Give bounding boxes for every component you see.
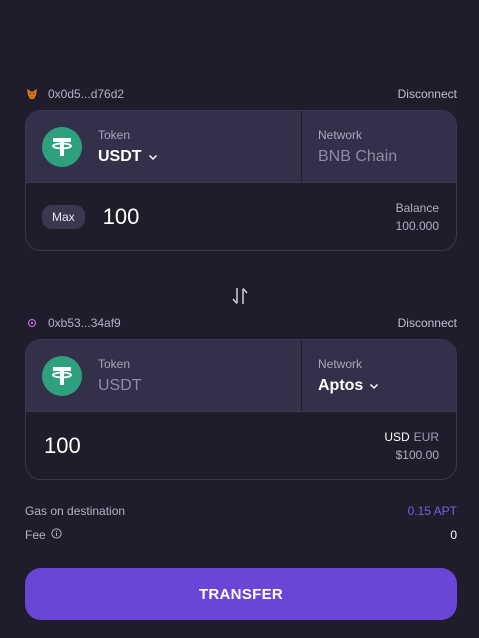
destination-amount-row: 100 USD EUR $100.00 xyxy=(26,412,456,479)
destination-network-name: Aptos xyxy=(318,376,364,394)
source-disconnect-button[interactable]: Disconnect xyxy=(398,87,457,101)
chevron-down-icon xyxy=(369,381,379,391)
source-wallet-info: 0x0d5...d76d2 xyxy=(25,87,124,101)
source-token-symbol: USDT xyxy=(98,147,142,165)
fee-value: 0 xyxy=(450,528,457,542)
chevron-down-icon xyxy=(148,152,158,162)
tether-icon xyxy=(42,355,82,396)
source-balance: Balance 100.000 xyxy=(396,199,439,235)
source-card: Token USDT Network BNB Chain Max 100 Bal… xyxy=(25,110,457,251)
petra-wallet-icon xyxy=(25,317,38,330)
destination-card: Token USDT Network Aptos 100 USD EUR $10… xyxy=(25,339,457,480)
source-network-label: Network xyxy=(318,127,363,142)
destination-wallet-address: 0xb53...34af9 xyxy=(48,316,121,330)
destination-token-display: Token USDT xyxy=(26,340,302,411)
transfer-button[interactable]: TRANSFER xyxy=(25,568,457,620)
source-token-label: Token xyxy=(98,127,131,142)
source-amount-row: Max 100 Balance 100.000 xyxy=(26,183,456,250)
fee-label-group: Fee xyxy=(25,528,62,542)
source-token-selector[interactable]: Token USDT xyxy=(26,111,302,182)
destination-token-label: Token xyxy=(98,356,131,371)
balance-label: Balance xyxy=(395,201,439,215)
destination-network-selector[interactable]: Network Aptos xyxy=(302,340,456,411)
destination-network-value: Aptos xyxy=(318,377,456,395)
source-card-header: Token USDT Network BNB Chain xyxy=(26,111,456,183)
fee-row: Fee 0 xyxy=(25,527,457,543)
gas-value: 0.15 APT xyxy=(407,504,457,518)
source-network-value: BNB Chain xyxy=(318,147,398,165)
currency-eur-option[interactable]: EUR xyxy=(414,428,439,446)
source-network-display: Network BNB Chain xyxy=(302,111,456,182)
destination-amount: 100 xyxy=(44,433,81,458)
destination-network-label: Network xyxy=(318,356,363,371)
tether-icon xyxy=(42,126,82,167)
destination-value: USD EUR $100.00 xyxy=(384,428,439,464)
swap-vertical-arrows-icon[interactable] xyxy=(230,286,250,306)
gas-row: Gas on destination 0.15 APT xyxy=(25,503,457,519)
gas-label: Gas on destination xyxy=(25,504,126,518)
currency-toggle: USD EUR xyxy=(384,428,439,446)
fee-label: Fee xyxy=(25,528,46,542)
max-button[interactable]: Max xyxy=(42,205,85,229)
source-amount-input[interactable]: 100 xyxy=(103,204,140,230)
destination-token-value: USDT xyxy=(98,376,142,394)
source-wallet-address: 0x0d5...d76d2 xyxy=(48,87,125,101)
destination-disconnect-button[interactable]: Disconnect xyxy=(398,316,457,330)
destination-wallet-info: 0xb53...34af9 xyxy=(25,316,121,330)
source-wallet-row: 0x0d5...d76d2 Disconnect xyxy=(25,85,457,103)
currency-usd-option[interactable]: USD xyxy=(384,428,409,446)
source-token-value: USDT xyxy=(98,148,158,166)
metamask-fox-icon xyxy=(25,88,38,101)
info-icon[interactable] xyxy=(51,528,62,542)
usd-value: $100.00 xyxy=(395,448,439,462)
destination-card-header: Token USDT Network Aptos xyxy=(26,340,456,412)
destination-wallet-row: 0xb53...34af9 Disconnect xyxy=(25,314,457,332)
balance-value: 100.000 xyxy=(395,219,439,233)
